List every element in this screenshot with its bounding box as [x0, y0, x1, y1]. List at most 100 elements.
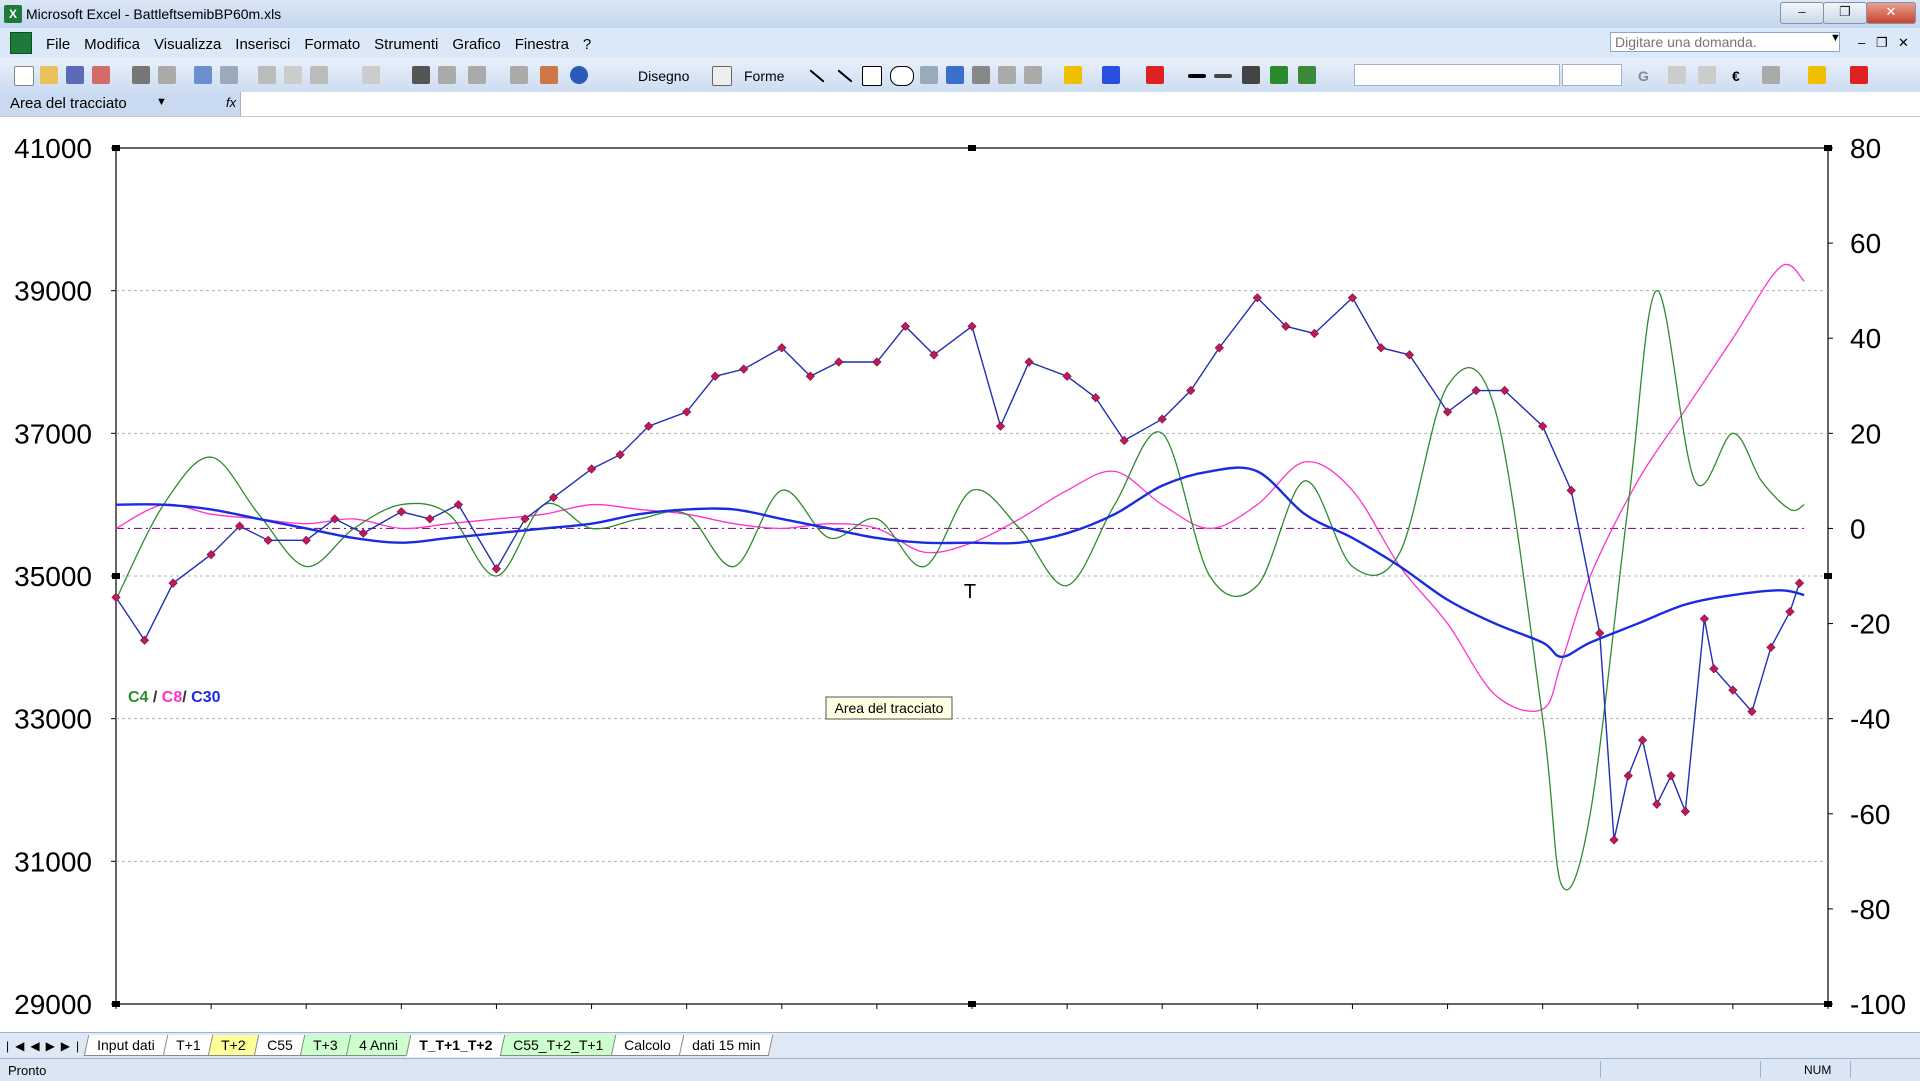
- open-icon[interactable]: [40, 66, 58, 84]
- font-size-dropdown[interactable]: [1562, 64, 1622, 86]
- price-marker: [453, 500, 463, 510]
- sheet-tab-2[interactable]: T+2: [207, 1035, 259, 1056]
- line-icon[interactable]: [809, 69, 825, 83]
- chart-wizard-icon[interactable]: [540, 66, 558, 84]
- sheet-tab-3[interactable]: C55: [253, 1035, 306, 1056]
- arrow-icon[interactable]: [837, 69, 853, 83]
- workbook-icon[interactable]: [10, 32, 32, 54]
- permission-icon[interactable]: [92, 66, 110, 84]
- window-close-icon[interactable]: ✕: [1898, 35, 1909, 51]
- sheet-tab-0[interactable]: Input dati: [83, 1035, 168, 1056]
- autoshapes-menu[interactable]: Forme: [744, 68, 784, 84]
- hyperlink-icon[interactable]: [412, 66, 430, 84]
- price-marker: [425, 514, 435, 524]
- rectangle-icon[interactable]: [862, 66, 882, 86]
- help-question-input[interactable]: [1610, 32, 1840, 52]
- cut-icon[interactable]: [258, 66, 276, 84]
- function-icon[interactable]: fx: [226, 95, 236, 110]
- window-restore-icon[interactable]: ❐: [1876, 35, 1888, 51]
- sheet-tab-9[interactable]: dati 15 min: [678, 1035, 774, 1056]
- sheet-tab-7[interactable]: C55_T+2_T+1: [499, 1035, 617, 1056]
- sheet-tab-label: C55: [266, 1037, 293, 1053]
- undo-icon[interactable]: [362, 66, 380, 84]
- sheet-tab-1[interactable]: T+1: [162, 1035, 214, 1056]
- picture-icon[interactable]: [1024, 66, 1042, 84]
- align-icon[interactable]: [1668, 66, 1686, 84]
- chart-area[interactable]: 29000 31000 33000 35000 37000 39000 41000 -100 -…: [0, 116, 1920, 1032]
- sort-icon[interactable]: [510, 66, 528, 84]
- chart-annotation: T: [964, 581, 976, 603]
- print-icon[interactable]: [132, 66, 150, 84]
- textbox-icon[interactable]: [920, 66, 938, 84]
- excel-app-icon[interactable]: X: [4, 5, 22, 23]
- sum-icon[interactable]: [468, 66, 486, 84]
- legend-entry: C4: [128, 689, 149, 706]
- diagram-icon[interactable]: [972, 66, 990, 84]
- minimize-button[interactable]: –: [1780, 2, 1824, 24]
- sheet-tab-6[interactable]: T_T+1_T+2: [405, 1035, 506, 1057]
- research-icon[interactable]: [220, 66, 238, 84]
- help-dropdown-icon[interactable]: ▼: [1830, 32, 1841, 44]
- tab-navigation-icons[interactable]: |◀◀▶▶|: [6, 1039, 85, 1053]
- sheet-tab-8[interactable]: Calcolo: [611, 1035, 685, 1056]
- currency-button[interactable]: €: [1732, 68, 1740, 84]
- justify-icon[interactable]: [1698, 66, 1716, 84]
- spelling-icon[interactable]: [194, 66, 212, 84]
- formula-bar: Area del tracciato ▼ fx: [0, 92, 1920, 117]
- menu-item-4[interactable]: Formato: [304, 36, 360, 53]
- toolbar: Disegno Forme G €: [0, 58, 1920, 93]
- new-icon[interactable]: [14, 66, 34, 86]
- menu-item-1[interactable]: Modifica: [84, 36, 140, 53]
- menu-item-3[interactable]: Inserisci: [235, 36, 290, 53]
- oval-icon[interactable]: [890, 66, 914, 86]
- font-name-dropdown[interactable]: [1354, 64, 1560, 86]
- paste-icon[interactable]: [310, 66, 328, 84]
- y-left-tick-label: 31000: [14, 846, 92, 877]
- draw-menu[interactable]: Disegno: [638, 68, 689, 84]
- borders-icon[interactable]: [1762, 66, 1780, 84]
- text-color-icon[interactable]: [1850, 66, 1868, 84]
- bold-button[interactable]: G: [1638, 68, 1649, 84]
- copy-icon[interactable]: [284, 66, 302, 84]
- name-box[interactable]: Area del tracciato ▼ fx: [0, 92, 241, 116]
- c4-series-line: [115, 290, 1805, 891]
- wordart-icon[interactable]: [946, 66, 964, 84]
- price-marker: [739, 364, 749, 374]
- price-marker: [995, 421, 1006, 431]
- shadow-icon[interactable]: [1270, 66, 1288, 84]
- close-button[interactable]: ✕: [1866, 2, 1916, 24]
- fill-color-icon[interactable]: [1064, 66, 1082, 84]
- select-objects-icon[interactable]: [712, 66, 732, 86]
- menu-item-8[interactable]: ?: [583, 36, 591, 53]
- save-icon[interactable]: [66, 66, 84, 84]
- dash-style-icon[interactable]: [1214, 74, 1232, 78]
- status-divider: [1850, 1061, 1851, 1078]
- price-marker: [1566, 485, 1576, 495]
- sheet-tab-5[interactable]: 4 Anni: [345, 1035, 412, 1056]
- menu-item-5[interactable]: Strumenti: [374, 36, 438, 53]
- menu-item-2[interactable]: Visualizza: [154, 36, 221, 53]
- print-preview-icon[interactable]: [158, 66, 176, 84]
- y-right-tick-label: -60: [1850, 799, 1890, 830]
- help-icon[interactable]: [570, 66, 588, 84]
- price-marker: [396, 507, 406, 517]
- window-minimize-icon[interactable]: –: [1858, 35, 1865, 50]
- name-box-dropdown-icon[interactable]: ▼: [156, 96, 167, 108]
- sheet-tab-4[interactable]: T+3: [300, 1035, 352, 1056]
- cell-fill-icon[interactable]: [1808, 66, 1826, 84]
- menu-item-0[interactable]: File: [46, 36, 70, 53]
- line-color-icon[interactable]: [1102, 66, 1120, 84]
- menu-item-7[interactable]: Finestra: [515, 36, 569, 53]
- y-right-tick-label: -80: [1850, 894, 1890, 925]
- 3d-icon[interactable]: [1298, 66, 1316, 84]
- menu-item-6[interactable]: Grafico: [452, 36, 500, 53]
- arrow-style-icon[interactable]: [1242, 66, 1260, 84]
- sheet-tab-label: T+1: [175, 1037, 201, 1053]
- restore-button[interactable]: ❐: [1823, 2, 1867, 24]
- c30-series-line: [115, 466, 1805, 659]
- font-color-icon[interactable]: [1146, 66, 1164, 84]
- line-style-icon[interactable]: [1188, 74, 1206, 78]
- clipart-icon[interactable]: [998, 66, 1016, 84]
- price-marker: [358, 528, 368, 538]
- autosum-icon[interactable]: [438, 66, 456, 84]
